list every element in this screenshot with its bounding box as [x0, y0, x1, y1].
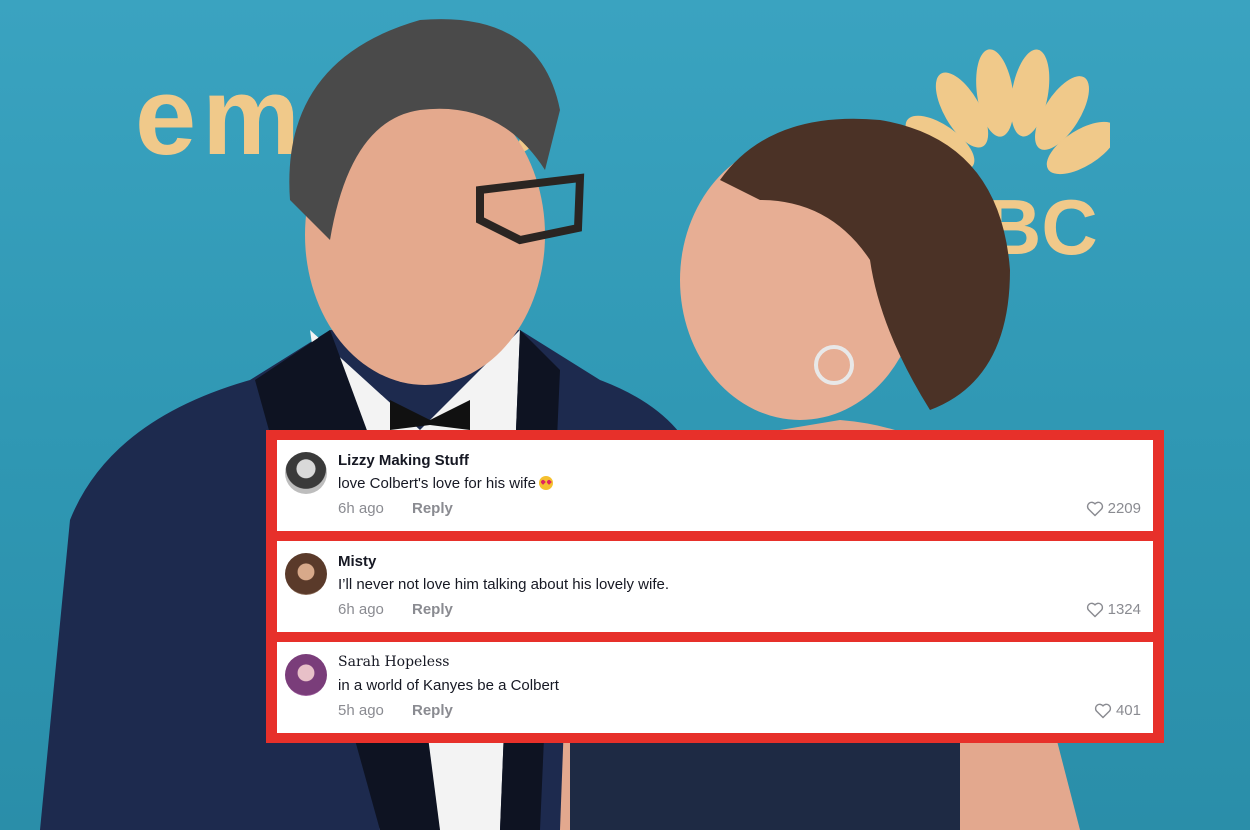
like-button[interactable]: 401 [1094, 702, 1141, 719]
comment-author[interactable]: Misty [338, 553, 376, 570]
comment-card: Lizzy Making Stuff love Colbert's love f… [277, 440, 1153, 531]
reply-button[interactable]: Reply [412, 500, 453, 517]
like-button[interactable]: 2209 [1086, 500, 1141, 517]
comment-timestamp: 6h ago [338, 500, 384, 517]
comment-author[interactable]: Sarah Hopeless [338, 654, 449, 670]
comment-timestamp: 5h ago [338, 702, 384, 719]
comment-text: love Colbert's love for his wife [338, 475, 553, 492]
avatar[interactable] [285, 452, 327, 494]
heart-eyes-emoji-icon [538, 476, 553, 490]
comment-text: in a world of Kanyes be a Colbert [338, 677, 559, 694]
heart-icon [1086, 602, 1103, 617]
like-button[interactable]: 1324 [1086, 601, 1141, 618]
like-count: 2209 [1107, 500, 1141, 517]
comment-timestamp: 6h ago [338, 601, 384, 618]
comment-card: Sarah Hopeless in a world of Kanyes be a… [277, 642, 1153, 733]
comment-text: I’ll never not love him talking about hi… [338, 576, 669, 593]
reply-button[interactable]: Reply [412, 601, 453, 618]
heart-icon [1086, 501, 1103, 516]
heart-icon [1094, 703, 1112, 718]
avatar[interactable] [285, 654, 327, 696]
comment-author[interactable]: Lizzy Making Stuff [338, 452, 469, 469]
like-count: 1324 [1107, 601, 1141, 618]
avatar[interactable] [285, 553, 327, 595]
comment-card: Misty I’ll never not love him talking ab… [277, 541, 1153, 632]
comments-highlight-box: Lizzy Making Stuff love Colbert's love f… [266, 430, 1164, 743]
like-count: 401 [1115, 702, 1141, 719]
reply-button[interactable]: Reply [412, 702, 453, 719]
